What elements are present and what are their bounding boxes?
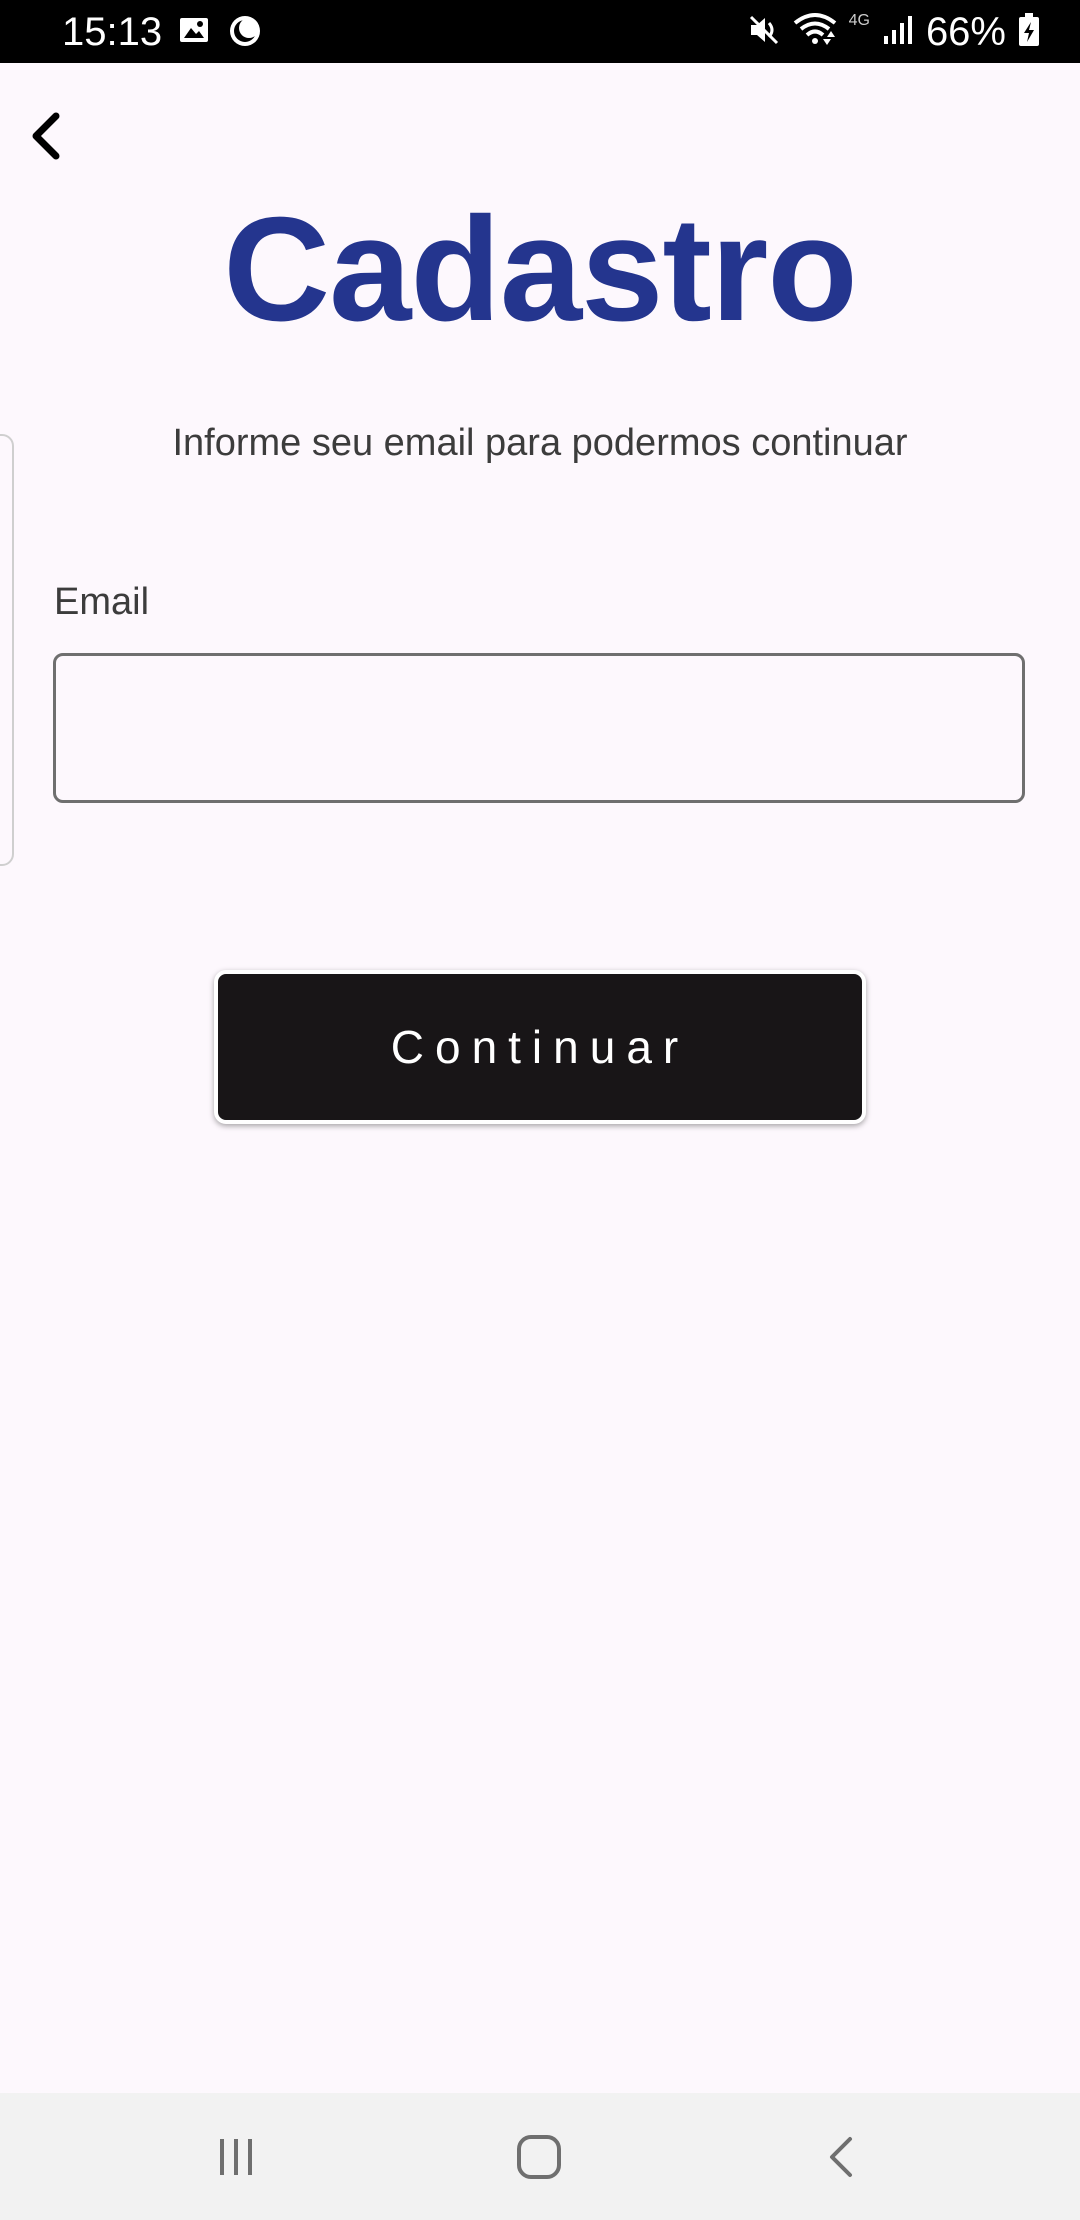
back-button[interactable] (18, 100, 74, 172)
wifi-icon (793, 11, 837, 54)
continue-button[interactable]: Continuar (214, 970, 866, 1124)
home-button[interactable] (469, 2093, 609, 2220)
status-right-icons: 4G 66% (747, 8, 1040, 56)
mute-icon (747, 13, 781, 52)
screen: 15:13 4G 66% Cadastro Informe seu email … (0, 0, 1080, 2220)
status-time: 15:13 (62, 10, 163, 54)
battery-percent: 66% (925, 10, 1006, 54)
network-type: 4G (848, 12, 870, 29)
battery-charging-icon (1018, 12, 1040, 52)
status-bar: 15:13 4G 66% (0, 0, 1080, 63)
home-icon (517, 2134, 561, 2179)
signal-icon (882, 14, 914, 51)
chevron-left-icon (32, 112, 60, 160)
nav-bar (0, 2093, 1080, 2220)
status-left-icons (178, 14, 262, 53)
email-field[interactable] (53, 653, 1025, 803)
recents-icon (220, 2138, 252, 2175)
page-title: Cadastro (223, 187, 858, 352)
moon-icon (228, 14, 262, 53)
recents-button[interactable] (166, 2093, 306, 2220)
nav-back-button[interactable] (772, 2093, 912, 2220)
side-edge-panel[interactable] (0, 434, 14, 866)
subtitle: Informe seu email para podermos continua… (172, 422, 908, 464)
back-icon (830, 2136, 852, 2177)
image-icon (178, 14, 210, 53)
email-label: Email (54, 581, 150, 623)
